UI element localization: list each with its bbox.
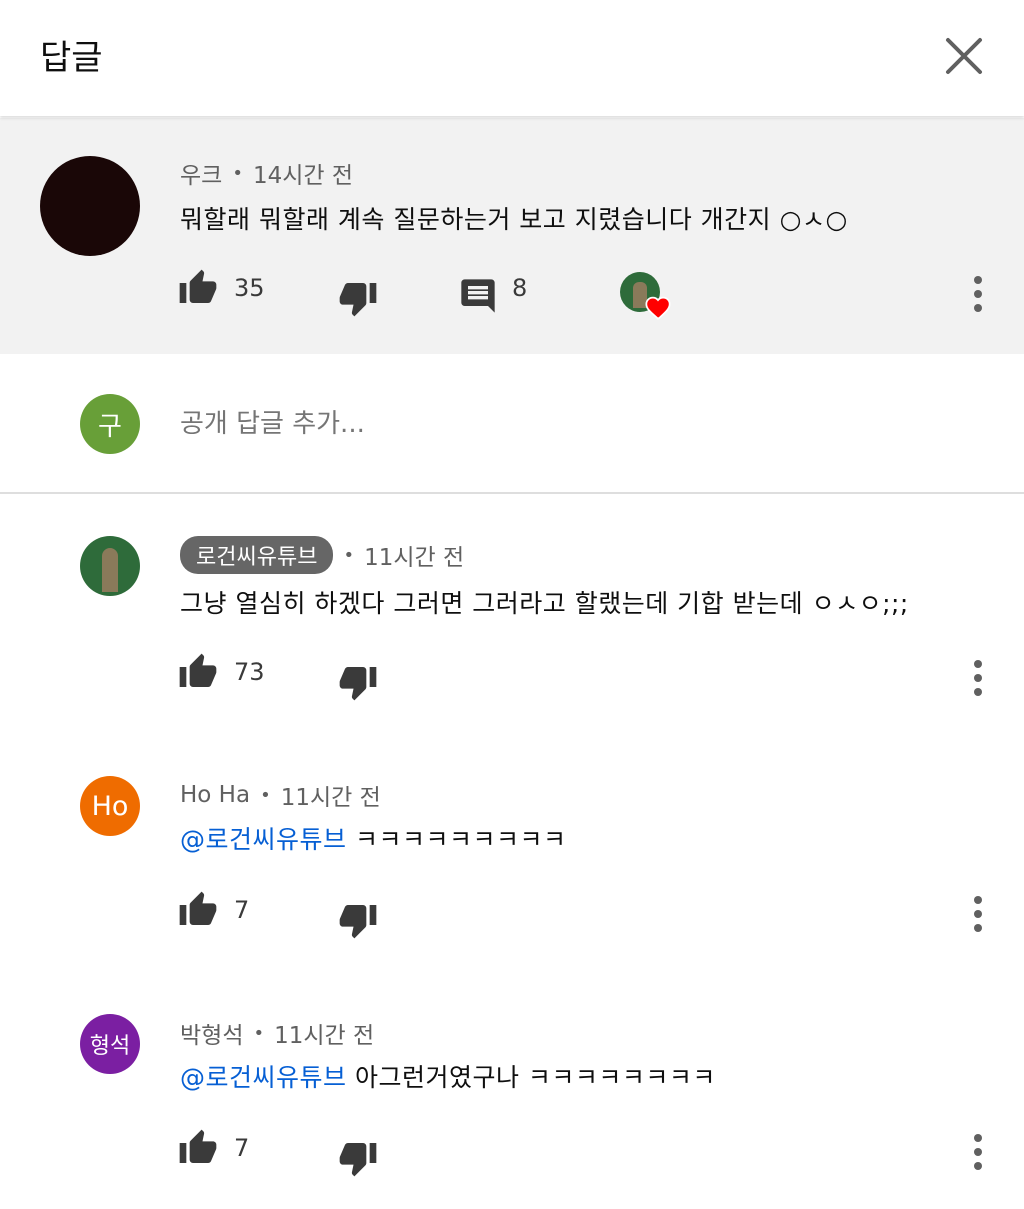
author-name[interactable]: 로건씨유튜브 — [180, 536, 334, 574]
more-vert-icon — [974, 276, 982, 312]
like-count: 7 — [234, 896, 250, 924]
close-button[interactable] — [940, 32, 988, 80]
like-button[interactable] — [178, 1128, 218, 1168]
thumbs-up-icon — [179, 1129, 217, 1163]
reply-count: 8 — [512, 274, 528, 302]
more-options-button[interactable] — [966, 274, 990, 314]
timestamp: 11시간 전 — [274, 1023, 375, 1049]
like-count: 35 — [234, 274, 265, 302]
comment-body: ㅋㅋㅋㅋㅋㅋㅋㅋㅋ — [346, 825, 567, 854]
comment-body: 아그런거였구나 ㅋㅋㅋㅋㅋㅋㅋㅋ — [346, 1063, 716, 1092]
more-options-button[interactable] — [966, 894, 990, 934]
more-options-button[interactable] — [966, 658, 990, 698]
dislike-button[interactable] — [338, 1138, 378, 1178]
timestamp: 11시간 전 — [280, 785, 381, 811]
thumbs-down-icon — [339, 905, 377, 939]
thumbs-down-icon — [339, 1143, 377, 1177]
dislike-button[interactable] — [338, 900, 378, 940]
like-count: 7 — [234, 1134, 250, 1162]
parent-comment: 우크 • 14시간 전 뭐할래 뭐할래 계속 질문하는거 보고 지렸습니다 개간… — [0, 118, 1024, 354]
comment-text: 뭐할래 뭐할래 계속 질문하는거 보고 지렸습니다 개간지 ○ㅅ○ — [180, 205, 848, 234]
more-vert-icon — [974, 896, 982, 932]
avatar[interactable]: Ho — [80, 776, 140, 836]
like-count: 73 — [234, 658, 265, 686]
reply-button[interactable] — [458, 276, 498, 316]
comment-meta: Ho Ha • 11시간 전 — [180, 778, 381, 812]
separator-dot: • — [343, 544, 355, 566]
like-button[interactable] — [178, 268, 218, 308]
add-reply-row: 구 — [0, 354, 1024, 494]
avatar[interactable] — [40, 156, 140, 256]
separator-dot: • — [260, 784, 271, 806]
dislike-button[interactable] — [338, 662, 378, 702]
mention-link[interactable]: @로건씨유튜브 — [180, 825, 347, 854]
separator-dot: • — [232, 162, 243, 184]
more-options-button[interactable] — [966, 1132, 990, 1172]
comment-meta: 로건씨유튜브 • 11시간 전 — [180, 536, 464, 574]
thumbs-down-icon — [339, 283, 377, 317]
more-vert-icon — [974, 1134, 982, 1170]
page-title: 답글 — [40, 38, 103, 78]
comment-text: 그냥 열심히 하겠다 그러면 그러라고 할랬는데 기합 받는데 ㅇㅅㅇ;;; — [180, 589, 909, 618]
mention-link[interactable]: @로건씨유튜브 — [180, 1063, 347, 1092]
comment-text: @로건씨유튜브 ㅋㅋㅋㅋㅋㅋㅋㅋㅋ — [180, 820, 566, 856]
thumbs-up-icon — [179, 269, 217, 303]
separator-dot: • — [253, 1022, 265, 1044]
like-button[interactable] — [178, 652, 218, 692]
creator-heart — [620, 272, 672, 324]
author-name[interactable]: 우크 — [180, 156, 222, 190]
like-button[interactable] — [178, 890, 218, 930]
heart-icon — [645, 296, 671, 320]
timestamp: 11시간 전 — [364, 545, 465, 571]
avatar[interactable]: 형석 — [80, 1014, 140, 1074]
close-icon — [946, 38, 982, 74]
comment-text: @로건씨유튜브 아그런거였구나 ㅋㅋㅋㅋㅋㅋㅋㅋ — [180, 1058, 716, 1094]
comment-meta: 박형석 • 11시간 전 — [180, 1016, 374, 1050]
author-name[interactable]: Ho Ha — [180, 782, 250, 808]
thumbs-up-icon — [179, 653, 217, 687]
avatar[interactable]: 구 — [80, 394, 140, 454]
comment-icon — [461, 279, 495, 313]
reply-input[interactable] — [180, 404, 940, 444]
replies-header: 답글 — [0, 0, 1024, 116]
comment-meta: 우크 • 14시간 전 — [180, 156, 353, 190]
thumbs-down-icon — [339, 667, 377, 701]
thumbs-up-icon — [179, 891, 217, 925]
avatar[interactable] — [80, 536, 140, 596]
more-vert-icon — [974, 660, 982, 696]
timestamp: 14시간 전 — [252, 163, 354, 189]
author-name[interactable]: 박형석 — [180, 1016, 243, 1050]
dislike-button[interactable] — [338, 278, 378, 318]
